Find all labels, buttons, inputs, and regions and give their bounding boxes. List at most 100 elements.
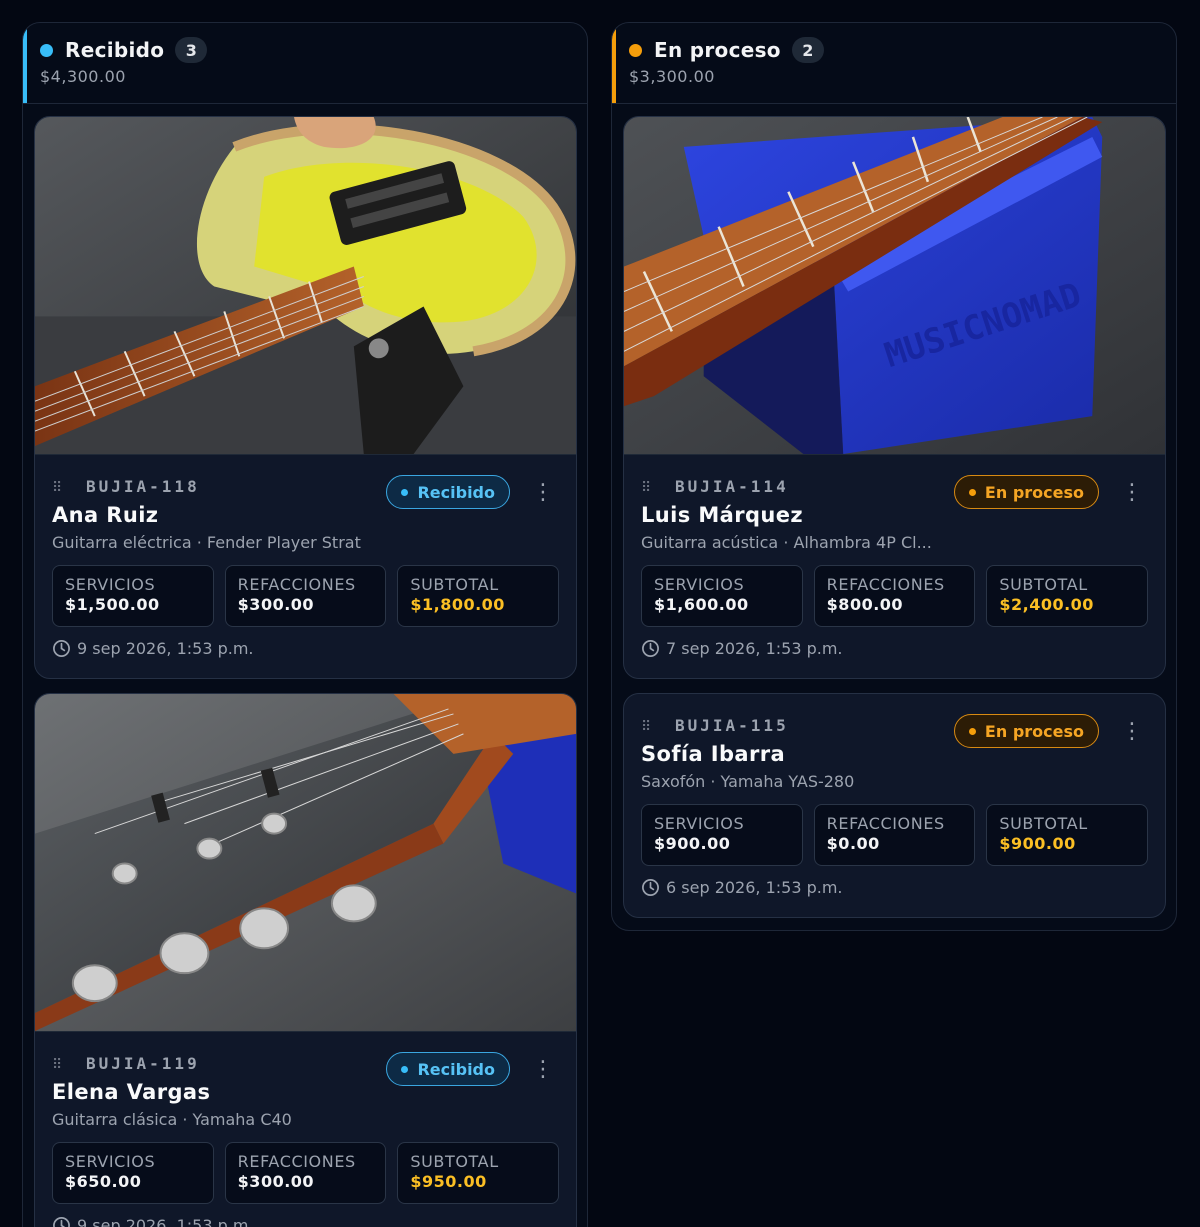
subtotal-value: $950.00 (410, 1172, 487, 1191)
drag-handle-icon[interactable]: ⠿ (641, 719, 653, 735)
column-en-proceso: En proceso 2 $3,300.00 MUSICNOMAD ⠿ BUJI… (611, 22, 1177, 931)
date-text: 9 sep 2026, 1:53 p.m. (77, 1216, 254, 1227)
more-vertical-icon[interactable]: ⋮ (1121, 481, 1143, 505)
cost-summary: SERVICIOS $1,500.00 REFACCIONES $300.00 … (52, 565, 560, 627)
drag-handle-icon[interactable]: ⠿ (641, 480, 653, 496)
subtotal-value: $900.00 (999, 834, 1076, 853)
stat-label: SERVICIOS (654, 575, 745, 594)
subtotal-stat: SUBTOTAL $2,400.00 (986, 565, 1149, 627)
column-header: Recibido 3 $4,300.00 (23, 23, 587, 104)
instrument-photo: MUSICNOMAD (624, 117, 1165, 455)
services-stat: SERVICIOS $1,500.00 (52, 565, 214, 627)
stat-label: SUBTOTAL (410, 1152, 499, 1171)
parts-value: $800.00 (826, 595, 904, 614)
kanban-board: Recibido 3 $4,300.00 ⠿ BUJIA-118 Recibid… (0, 0, 1200, 1227)
status-badge[interactable]: Recibido (386, 475, 510, 509)
subtotal-stat: SUBTOTAL $900.00 (986, 804, 1149, 866)
instrument-photo (35, 117, 576, 455)
order-code: BUJIA-118 (86, 477, 200, 496)
instrument-photo (35, 694, 576, 1032)
services-value: $650.00 (65, 1172, 142, 1191)
more-vertical-icon[interactable]: ⋮ (1121, 720, 1143, 744)
column-total: $3,300.00 (629, 67, 715, 86)
status-dot (629, 43, 642, 57)
status-label: Recibido (417, 482, 495, 502)
subtotal-stat: SUBTOTAL $1,800.00 (397, 565, 560, 627)
drag-handle-icon[interactable]: ⠿ (52, 480, 64, 496)
status-dot-icon (401, 1065, 409, 1073)
status-badge[interactable]: En proceso (953, 475, 1099, 509)
drag-handle-icon[interactable]: ⠿ (52, 1057, 64, 1073)
subtotal-value: $2,400.00 (999, 595, 1094, 614)
stat-label: SERVICIOS (654, 814, 745, 833)
services-stat: SERVICIOS $900.00 (641, 804, 803, 866)
parts-value: $300.00 (237, 595, 315, 614)
order-card[interactable]: ⠿ BUJIA-119 Recibido ⋮ Elena Vargas Guit… (34, 693, 577, 1227)
column-header: En proceso 2 $3,300.00 (612, 23, 1176, 104)
parts-stat: REFACCIONES $300.00 (224, 565, 387, 627)
clock-icon (53, 640, 70, 657)
date-text: 9 sep 2026, 1:53 p.m. (77, 639, 254, 658)
cost-summary: SERVICIOS $1,600.00 REFACCIONES $800.00 … (641, 565, 1149, 627)
order-date: 6 sep 2026, 1:53 p.m. (641, 878, 1148, 897)
status-dot-icon (968, 727, 976, 735)
column-count-badge: 2 (791, 37, 824, 63)
instrument-description: Guitarra acústica · Alhambra 4P Cl... (641, 533, 932, 552)
more-vertical-icon[interactable]: ⋮ (532, 481, 554, 505)
instrument-description: Saxofón · Yamaha YAS-280 (641, 772, 855, 791)
order-date: 9 sep 2026, 1:53 p.m. (52, 1216, 559, 1227)
services-value: $1,600.00 (654, 595, 749, 614)
parts-value: $300.00 (237, 1172, 315, 1191)
stat-label: REFACCIONES (826, 575, 945, 594)
instrument-description: Guitarra eléctrica · Fender Player Strat (52, 533, 361, 552)
status-badge[interactable]: Recibido (386, 1052, 510, 1086)
more-vertical-icon[interactable]: ⋮ (532, 1058, 554, 1082)
order-code: BUJIA-119 (86, 1054, 200, 1073)
stat-label: SERVICIOS (65, 1152, 156, 1171)
stat-label: REFACCIONES (237, 1152, 356, 1171)
status-badge[interactable]: En proceso (953, 714, 1099, 748)
order-date: 7 sep 2026, 1:53 p.m. (641, 639, 1148, 658)
cost-summary: SERVICIOS $900.00 REFACCIONES $0.00 SUBT… (641, 804, 1149, 866)
column-recibido: Recibido 3 $4,300.00 ⠿ BUJIA-118 Recibid… (22, 22, 588, 1227)
order-code: BUJIA-115 (675, 716, 789, 735)
status-label: En proceso (984, 482, 1084, 502)
services-stat: SERVICIOS $1,600.00 (641, 565, 803, 627)
order-card[interactable]: ⠿ BUJIA-118 Recibido ⋮ Ana Ruiz Guitarra… (34, 116, 577, 679)
order-card[interactable]: ⠿ BUJIA-115 En proceso ⋮ Sofía Ibarra Sa… (623, 693, 1166, 918)
clock-icon (53, 1217, 70, 1227)
parts-stat: REFACCIONES $800.00 (813, 565, 976, 627)
stat-label: SUBTOTAL (999, 575, 1088, 594)
order-code: BUJIA-114 (675, 477, 789, 496)
subtotal-value: $1,800.00 (410, 595, 505, 614)
stat-label: REFACCIONES (826, 814, 945, 833)
parts-stat: REFACCIONES $0.00 (813, 804, 976, 866)
clock-icon (642, 640, 659, 657)
parts-stat: REFACCIONES $300.00 (224, 1142, 387, 1204)
subtotal-stat: SUBTOTAL $950.00 (397, 1142, 560, 1204)
stat-label: SERVICIOS (65, 575, 156, 594)
column-total: $4,300.00 (40, 67, 126, 86)
date-text: 7 sep 2026, 1:53 p.m. (666, 639, 843, 658)
services-value: $1,500.00 (65, 595, 160, 614)
order-card[interactable]: MUSICNOMAD ⠿ BUJIA-114 En proceso ⋮ Luis… (623, 116, 1166, 679)
column-accent-bar (23, 23, 27, 103)
stat-label: SUBTOTAL (410, 575, 499, 594)
status-dot (40, 43, 53, 57)
column-count-badge: 3 (175, 37, 208, 63)
order-date: 9 sep 2026, 1:53 p.m. (52, 639, 559, 658)
column-title: En proceso (654, 38, 781, 62)
status-dot-icon (401, 488, 409, 496)
stat-label: SUBTOTAL (999, 814, 1088, 833)
cost-summary: SERVICIOS $650.00 REFACCIONES $300.00 SU… (52, 1142, 560, 1204)
column-accent-bar (612, 23, 616, 103)
status-label: Recibido (417, 1059, 495, 1079)
instrument-description: Guitarra clásica · Yamaha C40 (52, 1110, 292, 1129)
status-label: En proceso (984, 721, 1084, 741)
services-stat: SERVICIOS $650.00 (52, 1142, 214, 1204)
date-text: 6 sep 2026, 1:53 p.m. (666, 878, 843, 897)
status-dot-icon (968, 488, 976, 496)
stat-label: REFACCIONES (237, 575, 356, 594)
clock-icon (642, 879, 659, 896)
services-value: $900.00 (654, 834, 731, 853)
